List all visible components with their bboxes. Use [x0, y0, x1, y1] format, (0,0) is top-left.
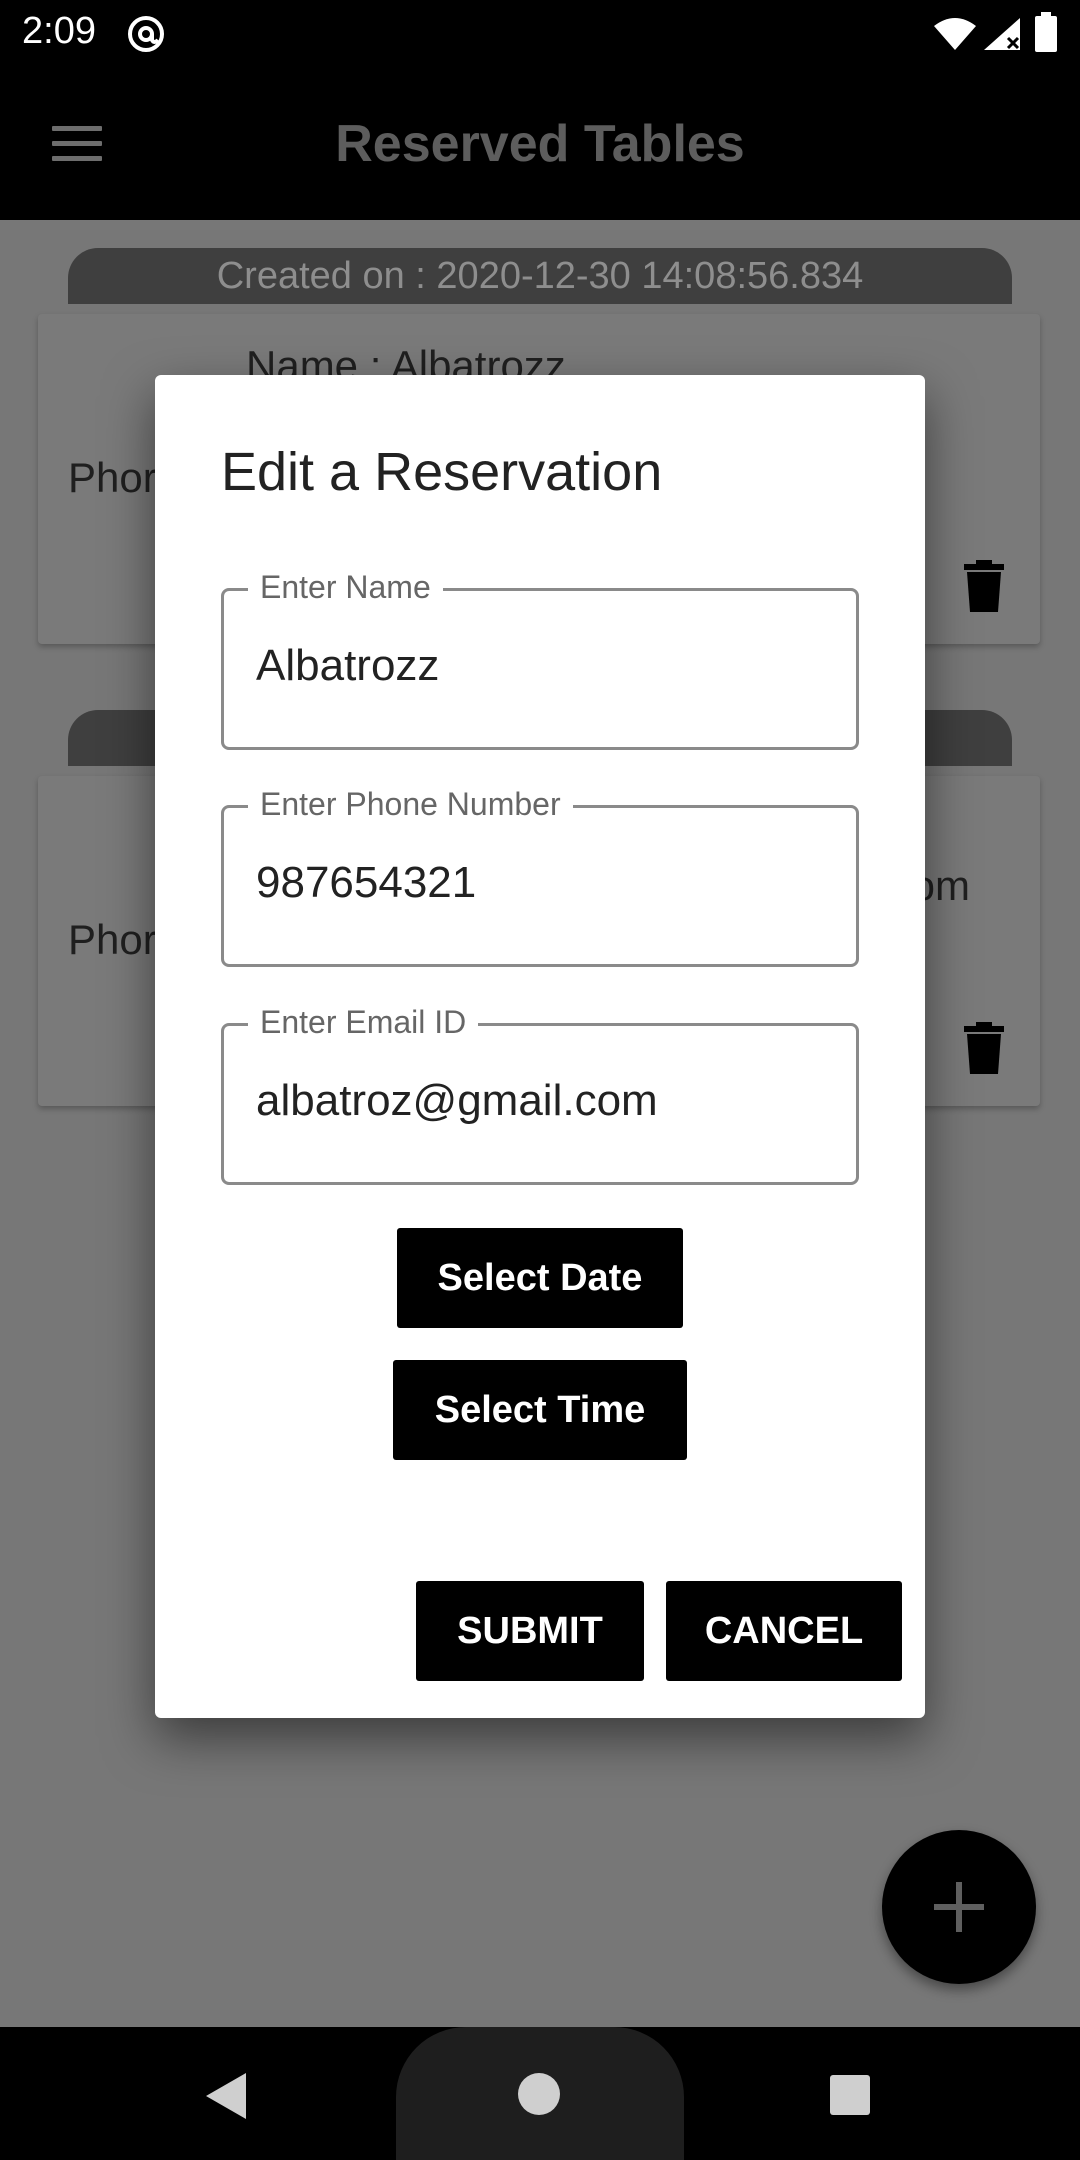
phone-field-label: Enter Phone Number [248, 784, 573, 824]
card-created-header: Created on : 2020-12-30 14:08:56.834 [68, 248, 1012, 304]
select-time-button[interactable]: Select Time [393, 1360, 687, 1460]
email-field-label: Enter Email ID [248, 1002, 479, 1042]
at-sign-icon [128, 16, 164, 52]
trash-icon[interactable] [962, 560, 1006, 612]
status-bar: 2:09 [0, 0, 1080, 66]
plus-icon [934, 1882, 984, 1932]
name-field[interactable]: Enter Name Albatrozz [221, 567, 859, 750]
status-time: 2:09 [22, 10, 96, 52]
navigation-bar [0, 2027, 1080, 2160]
card-phone: Phor [68, 916, 157, 963]
email-field-value[interactable]: albatroz@gmail.com [256, 1076, 658, 1126]
edit-reservation-dialog: Edit a Reservation Enter Name Albatrozz … [155, 375, 925, 1718]
back-triangle-icon[interactable] [204, 2071, 248, 2121]
name-field-label: Enter Name [248, 567, 443, 607]
phone-field-value[interactable]: 987654321 [256, 858, 476, 908]
wifi-icon [934, 18, 976, 50]
add-reservation-button[interactable] [882, 1830, 1036, 1984]
email-field[interactable]: Enter Email ID albatroz@gmail.com [221, 1002, 859, 1185]
app-bar: Reserved Tables [0, 66, 1080, 220]
submit-button[interactable]: SUBMIT [416, 1581, 644, 1681]
cancel-button[interactable]: CANCEL [666, 1581, 902, 1681]
trash-icon[interactable] [962, 1022, 1006, 1074]
select-date-button[interactable]: Select Date [397, 1228, 683, 1328]
signal-icon [984, 18, 1020, 50]
battery-icon [1035, 12, 1057, 52]
card-phone: Phor [68, 454, 157, 501]
recents-square-icon[interactable] [830, 2075, 870, 2115]
page-title: Reserved Tables [335, 115, 745, 173]
name-field-value[interactable]: Albatrozz [256, 641, 439, 691]
phone-field[interactable]: Enter Phone Number 987654321 [221, 784, 859, 967]
dialog-title: Edit a Reservation [221, 442, 663, 502]
home-circle-icon[interactable] [518, 2073, 560, 2115]
